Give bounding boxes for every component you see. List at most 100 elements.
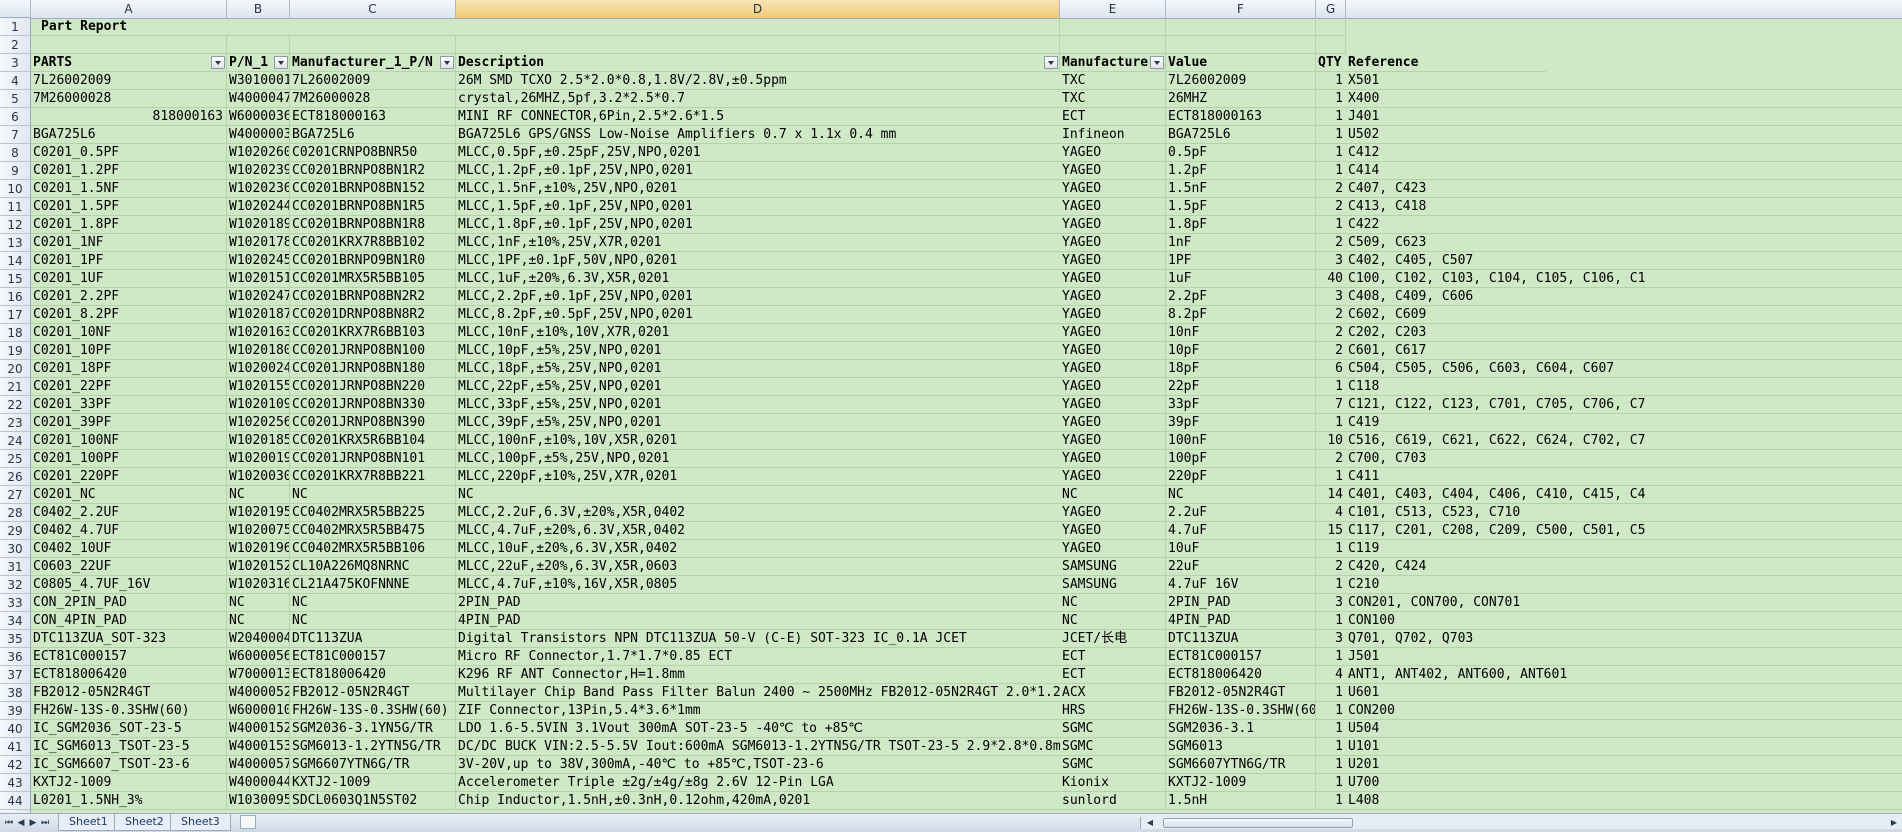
- cell[interactable]: 26MHZ: [1166, 90, 1316, 108]
- cell[interactable]: BGA725L6: [31, 126, 227, 144]
- cell[interactable]: SGMC: [1060, 720, 1166, 738]
- cell[interactable]: [1316, 18, 1346, 36]
- cell[interactable]: BGA725L6: [1166, 126, 1316, 144]
- filter-dropdown-icon[interactable]: [1150, 56, 1164, 69]
- cell[interactable]: 7L26002009: [290, 72, 456, 90]
- cell[interactable]: 4.7uF 16V: [1166, 576, 1316, 594]
- row-number[interactable]: 41: [0, 738, 30, 756]
- cell[interactable]: Chip Inductor,1.5nH,±0.3nH,0.12ohm,420mA…: [456, 792, 1060, 810]
- cell[interactable]: MLCC,1.2pF,±0.1pF,25V,NPO,0201: [456, 162, 1060, 180]
- cell[interactable]: [31, 36, 227, 54]
- cell[interactable]: W1020239: [227, 162, 290, 180]
- cell[interactable]: W6000036: [227, 108, 290, 126]
- cell[interactable]: DC/DC BUCK VIN:2.5-5.5V Iout:600mA SGM60…: [456, 738, 1060, 756]
- row-number[interactable]: 18: [0, 324, 30, 342]
- cell[interactable]: YAGEO: [1060, 360, 1166, 378]
- cell[interactable]: 8.2pF: [1166, 306, 1316, 324]
- cell[interactable]: C0201_0.5PF: [31, 144, 227, 162]
- cell[interactable]: C0603_22UF: [31, 558, 227, 576]
- reference-cell[interactable]: C602, C609: [1346, 306, 1902, 324]
- cell[interactable]: 1: [1316, 648, 1346, 666]
- cell[interactable]: K296 RF ANT Connector,H=1.8mm: [456, 666, 1060, 684]
- row-number[interactable]: 26: [0, 468, 30, 486]
- cell[interactable]: C0201_1UF: [31, 270, 227, 288]
- row-number[interactable]: 3: [0, 54, 30, 72]
- cell[interactable]: W1020024: [227, 360, 290, 378]
- cell[interactable]: 1: [1316, 144, 1346, 162]
- cell[interactable]: CON_2PIN_PAD: [31, 594, 227, 612]
- reference-cell[interactable]: C412: [1346, 144, 1902, 162]
- cell[interactable]: YAGEO: [1060, 306, 1166, 324]
- cell[interactable]: [456, 36, 1060, 54]
- cell[interactable]: 6: [1316, 360, 1346, 378]
- cell[interactable]: C0201_2.2PF: [31, 288, 227, 306]
- cell[interactable]: C0201_1.8PF: [31, 216, 227, 234]
- cell[interactable]: W1020187: [227, 306, 290, 324]
- cell[interactable]: C0805_4.7UF_16V: [31, 576, 227, 594]
- cell[interactable]: 4: [1316, 666, 1346, 684]
- cell[interactable]: C0201_33PF: [31, 396, 227, 414]
- cell[interactable]: C0201_100NF: [31, 432, 227, 450]
- cell[interactable]: [227, 18, 290, 36]
- cell[interactable]: IC_SGM6607_TSOT-23-6: [31, 756, 227, 774]
- cell[interactable]: 1: [1316, 540, 1346, 558]
- row-number[interactable]: 5: [0, 90, 30, 108]
- cell[interactable]: YAGEO: [1060, 216, 1166, 234]
- first-sheet-icon[interactable]: ⏮: [4, 817, 14, 829]
- reference-cell[interactable]: C414: [1346, 162, 1902, 180]
- row-number[interactable]: 42: [0, 756, 30, 774]
- row-number[interactable]: 17: [0, 306, 30, 324]
- cell[interactable]: ECT818006420: [31, 666, 227, 684]
- cell[interactable]: CC0402MRX5R5BB225: [290, 504, 456, 522]
- cell[interactable]: 4: [1316, 504, 1346, 522]
- cell[interactable]: FB2012-05N2R4GT: [31, 684, 227, 702]
- cell[interactable]: W1020260: [227, 144, 290, 162]
- cell[interactable]: W1020178: [227, 234, 290, 252]
- cell[interactable]: SGMC: [1060, 738, 1166, 756]
- cell[interactable]: W1020245: [227, 252, 290, 270]
- cell[interactable]: 10nF: [1166, 324, 1316, 342]
- reference-cell[interactable]: C413, C418: [1346, 198, 1902, 216]
- cell[interactable]: 22uF: [1166, 558, 1316, 576]
- cell[interactable]: ECT81C000157: [31, 648, 227, 666]
- cell[interactable]: 2: [1316, 450, 1346, 468]
- row-number[interactable]: 37: [0, 666, 30, 684]
- cell[interactable]: 2.2pF: [1166, 288, 1316, 306]
- cell[interactable]: W1030095: [227, 792, 290, 810]
- cell[interactable]: 40: [1316, 270, 1346, 288]
- cell[interactable]: SGM2036-3.1: [1166, 720, 1316, 738]
- cell[interactable]: 2PIN_PAD: [1166, 594, 1316, 612]
- cell[interactable]: CC0201JRNPO8BN101: [290, 450, 456, 468]
- cell[interactable]: 1.5nF: [1166, 180, 1316, 198]
- cell[interactable]: FH26W-13S-0.3SHW(60): [1166, 702, 1316, 720]
- cell[interactable]: JCET/长电: [1060, 630, 1166, 648]
- reference-cell[interactable]: CON201, CON700, CON701: [1346, 594, 1902, 612]
- cell[interactable]: YAGEO: [1060, 144, 1166, 162]
- cell[interactable]: ECT818000163: [1166, 108, 1316, 126]
- reference-cell[interactable]: C700, C703: [1346, 450, 1902, 468]
- cell[interactable]: 3: [1316, 594, 1346, 612]
- column-header-b[interactable]: B: [227, 0, 290, 18]
- row-number[interactable]: 31: [0, 558, 30, 576]
- tab-sheet3[interactable]: Sheet3: [170, 814, 231, 831]
- cell[interactable]: 1: [1316, 378, 1346, 396]
- cell[interactable]: W1020196: [227, 540, 290, 558]
- header-cell[interactable]: Value: [1166, 54, 1316, 72]
- cell[interactable]: YAGEO: [1060, 378, 1166, 396]
- cell[interactable]: C0201_10NF: [31, 324, 227, 342]
- cell[interactable]: 1uF: [1166, 270, 1316, 288]
- cell[interactable]: NC: [456, 486, 1060, 504]
- cell[interactable]: SGM2036-3.1YN5G/TR: [290, 720, 456, 738]
- reference-cell[interactable]: U201: [1346, 756, 1902, 774]
- cell[interactable]: MLCC,39pF,±5%,25V,NPO,0201: [456, 414, 1060, 432]
- cell[interactable]: 1: [1316, 72, 1346, 90]
- cell[interactable]: CC0201KRX5R6BB104: [290, 432, 456, 450]
- row-number[interactable]: 24: [0, 432, 30, 450]
- cell[interactable]: sunlord: [1060, 792, 1166, 810]
- cell[interactable]: 2PIN_PAD: [456, 594, 1060, 612]
- cell[interactable]: W1020195: [227, 504, 290, 522]
- row-number[interactable]: 40: [0, 720, 30, 738]
- cell[interactable]: W6000010: [227, 702, 290, 720]
- cell[interactable]: YAGEO: [1060, 540, 1166, 558]
- reference-cell[interactable]: X400: [1346, 90, 1902, 108]
